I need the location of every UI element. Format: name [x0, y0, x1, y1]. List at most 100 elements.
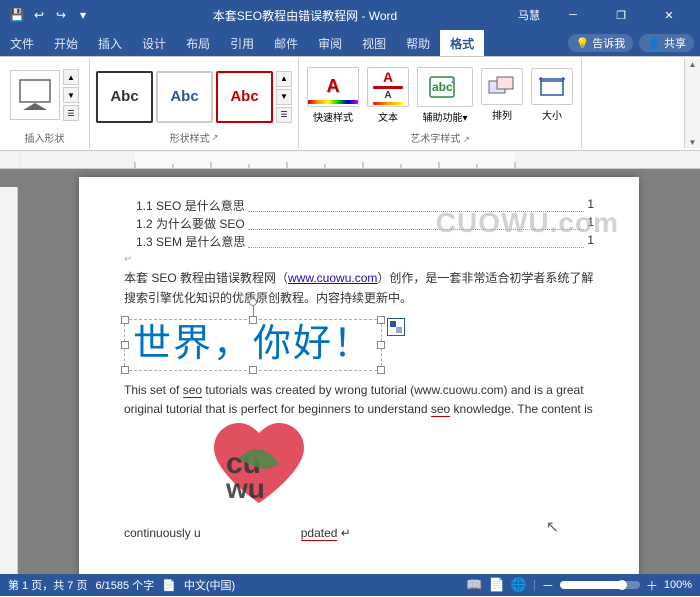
zoom-out-button[interactable]: － — [542, 577, 554, 594]
handle-tl[interactable] — [121, 316, 129, 324]
document-page: CUOWU.com 1.1 SEO 是什么意思 1 1.2 为什么要做 SEO … — [79, 177, 639, 574]
assist-function-button[interactable]: abc ↓ 辅助功能▾ — [415, 65, 475, 126]
insert-shape-content: ▲ ▼ ☰ — [4, 61, 85, 129]
size-button[interactable]: 大小 — [529, 66, 575, 124]
ribbon-scroll-up[interactable]: ▲ — [689, 60, 697, 69]
zoom-thumb[interactable] — [617, 580, 627, 590]
window-title: 本套SEO教程由错误教程网 - Word — [92, 7, 518, 24]
rotate-handle[interactable] — [249, 298, 257, 306]
handle-tc[interactable] — [249, 316, 257, 324]
status-right: 📖 📄 🌐 | － ＋ 100% — [466, 577, 692, 594]
update-line: continuously updated ↵ — [124, 526, 594, 540]
shape-icon[interactable] — [10, 70, 60, 120]
redo-button[interactable]: ↪ — [52, 6, 70, 24]
art-style-expand[interactable]: ↗ — [463, 135, 470, 144]
shape-style-2[interactable]: Abc — [156, 71, 213, 123]
minimize-button[interactable]: ─ — [550, 0, 596, 30]
insert-shape-label: 插入形状 — [4, 129, 85, 146]
toc-item-3: 1.3 SEM 是什么意思 1 — [124, 233, 594, 250]
restore-button[interactable]: ❐ — [598, 0, 644, 30]
web-view-button[interactable]: 🌐 — [511, 577, 527, 593]
wordart-text: 世界，你好！ — [133, 324, 373, 366]
shape-more-button[interactable]: ☰ — [63, 105, 79, 121]
menu-view[interactable]: 视图 — [352, 30, 396, 56]
menu-bar: 文件 开始 插入 设计 布局 引用 邮件 审阅 视图 帮助 格式 💡告诉我 👤共… — [0, 30, 700, 56]
ribbon-content: ▲ ▼ ☰ 插入形状 Abc Abc Abc ▲ ▼ ☰ — [0, 56, 700, 150]
horizontal-ruler — [0, 151, 700, 169]
handle-ml[interactable] — [121, 341, 129, 349]
language[interactable]: 中文(中国) — [184, 577, 235, 593]
menu-home[interactable]: 开始 — [44, 30, 88, 56]
svg-text:wu: wu — [225, 473, 265, 504]
shape-down-button[interactable]: ▼ — [63, 87, 79, 103]
ribbon-scroll-down[interactable]: ▼ — [689, 138, 697, 147]
undo-button[interactable]: ↩ — [30, 6, 48, 24]
shape-style-label: 形状样式 ↗ — [94, 129, 294, 146]
handle-br[interactable] — [377, 366, 385, 374]
shape-style-1[interactable]: Abc — [96, 71, 153, 123]
share-button[interactable]: 👤共享 — [639, 34, 694, 52]
menu-file[interactable]: 文件 — [0, 30, 44, 56]
menu-design[interactable]: 设计 — [132, 30, 176, 56]
close-button[interactable]: ✕ — [646, 0, 692, 30]
word-count[interactable]: 6/1585 个字 — [95, 577, 154, 593]
menu-layout[interactable]: 布局 — [176, 30, 220, 56]
wordart-container[interactable]: 世界，你好！ — [124, 319, 382, 371]
menu-insert[interactable]: 插入 — [88, 30, 132, 56]
zoom-level[interactable]: 100% — [664, 579, 692, 591]
art-style-content: A 快速样式 A A 文本 — [303, 61, 577, 129]
svg-text:↓: ↓ — [450, 75, 455, 85]
insert-shape-group: ▲ ▼ ☰ 插入形状 — [0, 59, 90, 148]
heart-image-container: cu wu — [204, 418, 324, 518]
page-count[interactable]: 第 1 页，共 7 页 — [8, 577, 87, 593]
menu-references[interactable]: 引用 — [220, 30, 264, 56]
shape-style-3[interactable]: Abc — [216, 71, 273, 123]
layout-options-icon[interactable] — [387, 318, 405, 336]
document-content[interactable]: CUOWU.com 1.1 SEO 是什么意思 1 1.2 为什么要做 SEO … — [18, 169, 700, 574]
zoom-in-button[interactable]: ＋ — [646, 577, 658, 594]
customize-qa-button[interactable]: ▾ — [74, 6, 92, 24]
style-more[interactable]: ☰ — [276, 107, 292, 123]
menu-format[interactable]: 格式 — [440, 30, 484, 56]
save-button[interactable]: 💾 — [8, 6, 26, 24]
ribbon: ▲ ▼ ☰ 插入形状 Abc Abc Abc ▲ ▼ ☰ — [0, 56, 700, 151]
menu-help[interactable]: 帮助 — [396, 30, 440, 56]
document-area: CUOWU.com 1.1 SEO 是什么意思 1 1.2 为什么要做 SEO … — [0, 151, 700, 574]
zoom-slider[interactable] — [560, 581, 640, 589]
handle-bc[interactable] — [249, 366, 257, 374]
intro-paragraph: 本套 SEO 教程由错误教程网（www.cuowu.com）创作，是一套非常适合… — [124, 268, 594, 309]
status-sep: | — [533, 579, 536, 591]
toc-section: 1.1 SEO 是什么意思 1 1.2 为什么要做 SEO 1 1.3 SEM … — [124, 197, 594, 250]
style-scroll-up[interactable]: ▲ — [276, 71, 292, 87]
handle-tr[interactable] — [377, 316, 385, 324]
rotate-handle-line — [253, 306, 254, 316]
status-bar: 第 1 页，共 7 页 6/1585 个字 📄 中文(中国) 📖 📄 🌐 | －… — [0, 574, 700, 596]
user-name[interactable]: 马慧 — [518, 7, 540, 23]
style-scroll-controls: ▲ ▼ ☰ — [276, 71, 292, 123]
heart-shape: cu wu — [204, 418, 314, 513]
menu-review[interactable]: 审阅 — [308, 30, 352, 56]
page-view-button[interactable]: 📄 — [489, 577, 505, 593]
ribbon-scrollbar[interactable]: ▲ ▼ — [684, 59, 700, 148]
paragraph-marker: ↵ — [124, 254, 594, 265]
intro-link[interactable]: www.cuowu.com — [288, 271, 377, 285]
word-count-icon[interactable]: 📄 — [162, 579, 176, 592]
handle-mr[interactable] — [377, 341, 385, 349]
english-paragraph: This set of seo tutorials was created by… — [124, 381, 594, 419]
shape-up-button[interactable]: ▲ — [63, 69, 79, 85]
menu-mail[interactable]: 邮件 — [264, 30, 308, 56]
vertical-ruler — [0, 187, 18, 574]
shape-style-content: Abc Abc Abc ▲ ▼ ☰ — [94, 61, 294, 129]
quick-style-button[interactable]: A 快速样式 — [305, 65, 361, 126]
style-scroll-down[interactable]: ▼ — [276, 89, 292, 105]
shape-style-expand[interactable]: ↗ — [212, 133, 219, 142]
read-view-button[interactable]: 📖 — [466, 577, 482, 593]
shape-style-group: Abc Abc Abc ▲ ▼ ☰ 形状样式 ↗ — [90, 59, 299, 148]
arrange-button[interactable]: 排列 — [479, 66, 525, 124]
text-style-button[interactable]: A A 文本 — [365, 65, 411, 126]
window-controls: 马慧 ─ ❐ ✕ — [518, 0, 692, 30]
handle-bl[interactable] — [121, 366, 129, 374]
tell-me-button[interactable]: 💡告诉我 — [568, 34, 634, 52]
title-bar: 💾 ↩ ↪ ▾ 本套SEO教程由错误教程网 - Word 马慧 ─ ❐ ✕ — [0, 0, 700, 30]
quick-access-toolbar: 💾 ↩ ↪ ▾ — [8, 6, 92, 24]
